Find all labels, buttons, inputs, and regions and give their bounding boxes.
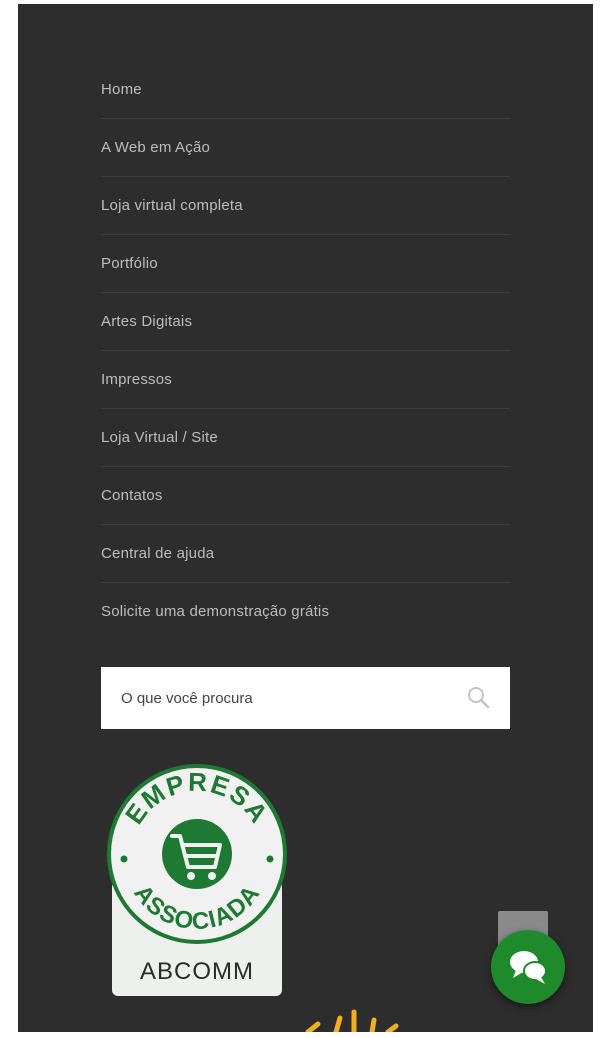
- nav-item-artes-digitais[interactable]: Artes Digitais: [101, 293, 510, 351]
- nav-item-contatos[interactable]: Contatos: [101, 467, 510, 525]
- nav-item-a-web-em-acao[interactable]: A Web em Ação: [101, 119, 510, 177]
- nav-item-demonstracao-gratis[interactable]: Solicite uma demonstração grátis: [101, 583, 510, 641]
- search-box: [101, 667, 510, 729]
- search-icon[interactable]: [466, 685, 492, 711]
- nav-item-central-de-ajuda[interactable]: Central de ajuda: [101, 525, 510, 583]
- abcomm-logo-text: ABCOMM: [140, 958, 254, 985]
- main-nav: Home A Web em Ação Loja virtual completa…: [101, 61, 510, 641]
- chat-bubbles-icon: [510, 951, 547, 984]
- abcomm-associated-badge: EMPRESA ASSOCIADA ABCOMM: [102, 761, 292, 1001]
- side-menu-panel: Home A Web em Ação Loja virtual completa…: [18, 4, 593, 1032]
- nav-item-portfolio[interactable]: Portfólio: [101, 235, 510, 293]
- nav-item-loja-virtual-site[interactable]: Loja Virtual / Site: [101, 409, 510, 467]
- chat-button[interactable]: [491, 930, 565, 1004]
- nav-item-impressos[interactable]: Impressos: [101, 351, 510, 409]
- nav-item-loja-virtual-completa[interactable]: Loja virtual completa: [101, 177, 510, 235]
- nav-item-home[interactable]: Home: [101, 61, 510, 119]
- decorative-rays-icon: [305, 1009, 399, 1032]
- search-input[interactable]: [101, 667, 451, 729]
